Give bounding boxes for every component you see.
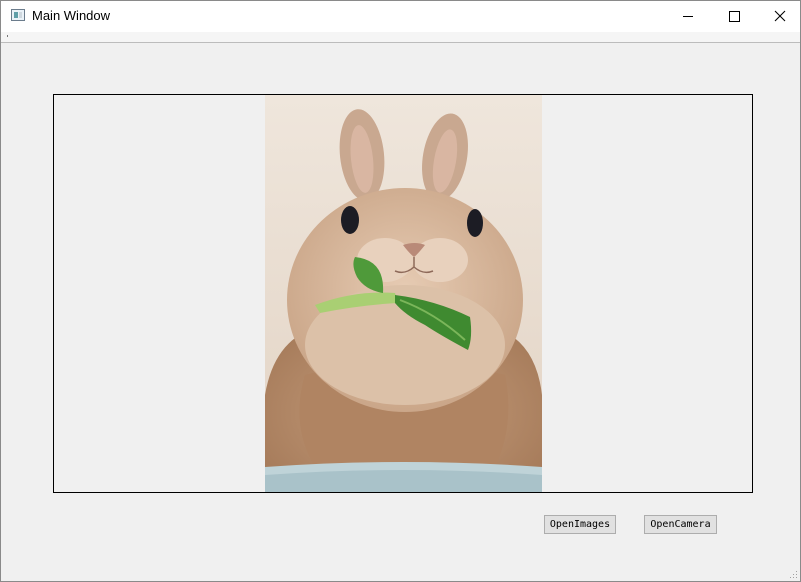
title-bar[interactable]: Main Window	[1, 1, 800, 32]
main-window: Main Window OpenImages OpenCamera	[0, 0, 801, 582]
maximize-icon	[729, 11, 740, 22]
close-icon	[774, 10, 786, 22]
app-window-icon	[11, 9, 25, 21]
open-images-button[interactable]: OpenImages	[544, 515, 616, 534]
resize-grip-icon[interactable]	[789, 570, 798, 579]
maximize-button[interactable]	[711, 1, 757, 32]
central-widget: OpenImages OpenCamera	[1, 43, 800, 581]
rabbit-photo	[265, 95, 542, 492]
image-display-label	[53, 94, 753, 493]
close-button[interactable]	[757, 1, 801, 32]
menu-bar	[1, 32, 800, 43]
window-title: Main Window	[32, 8, 111, 23]
minimize-button[interactable]	[665, 1, 711, 32]
open-camera-button[interactable]: OpenCamera	[644, 515, 717, 534]
menu-bar-handle	[7, 35, 8, 37]
minimize-icon	[683, 16, 693, 17]
